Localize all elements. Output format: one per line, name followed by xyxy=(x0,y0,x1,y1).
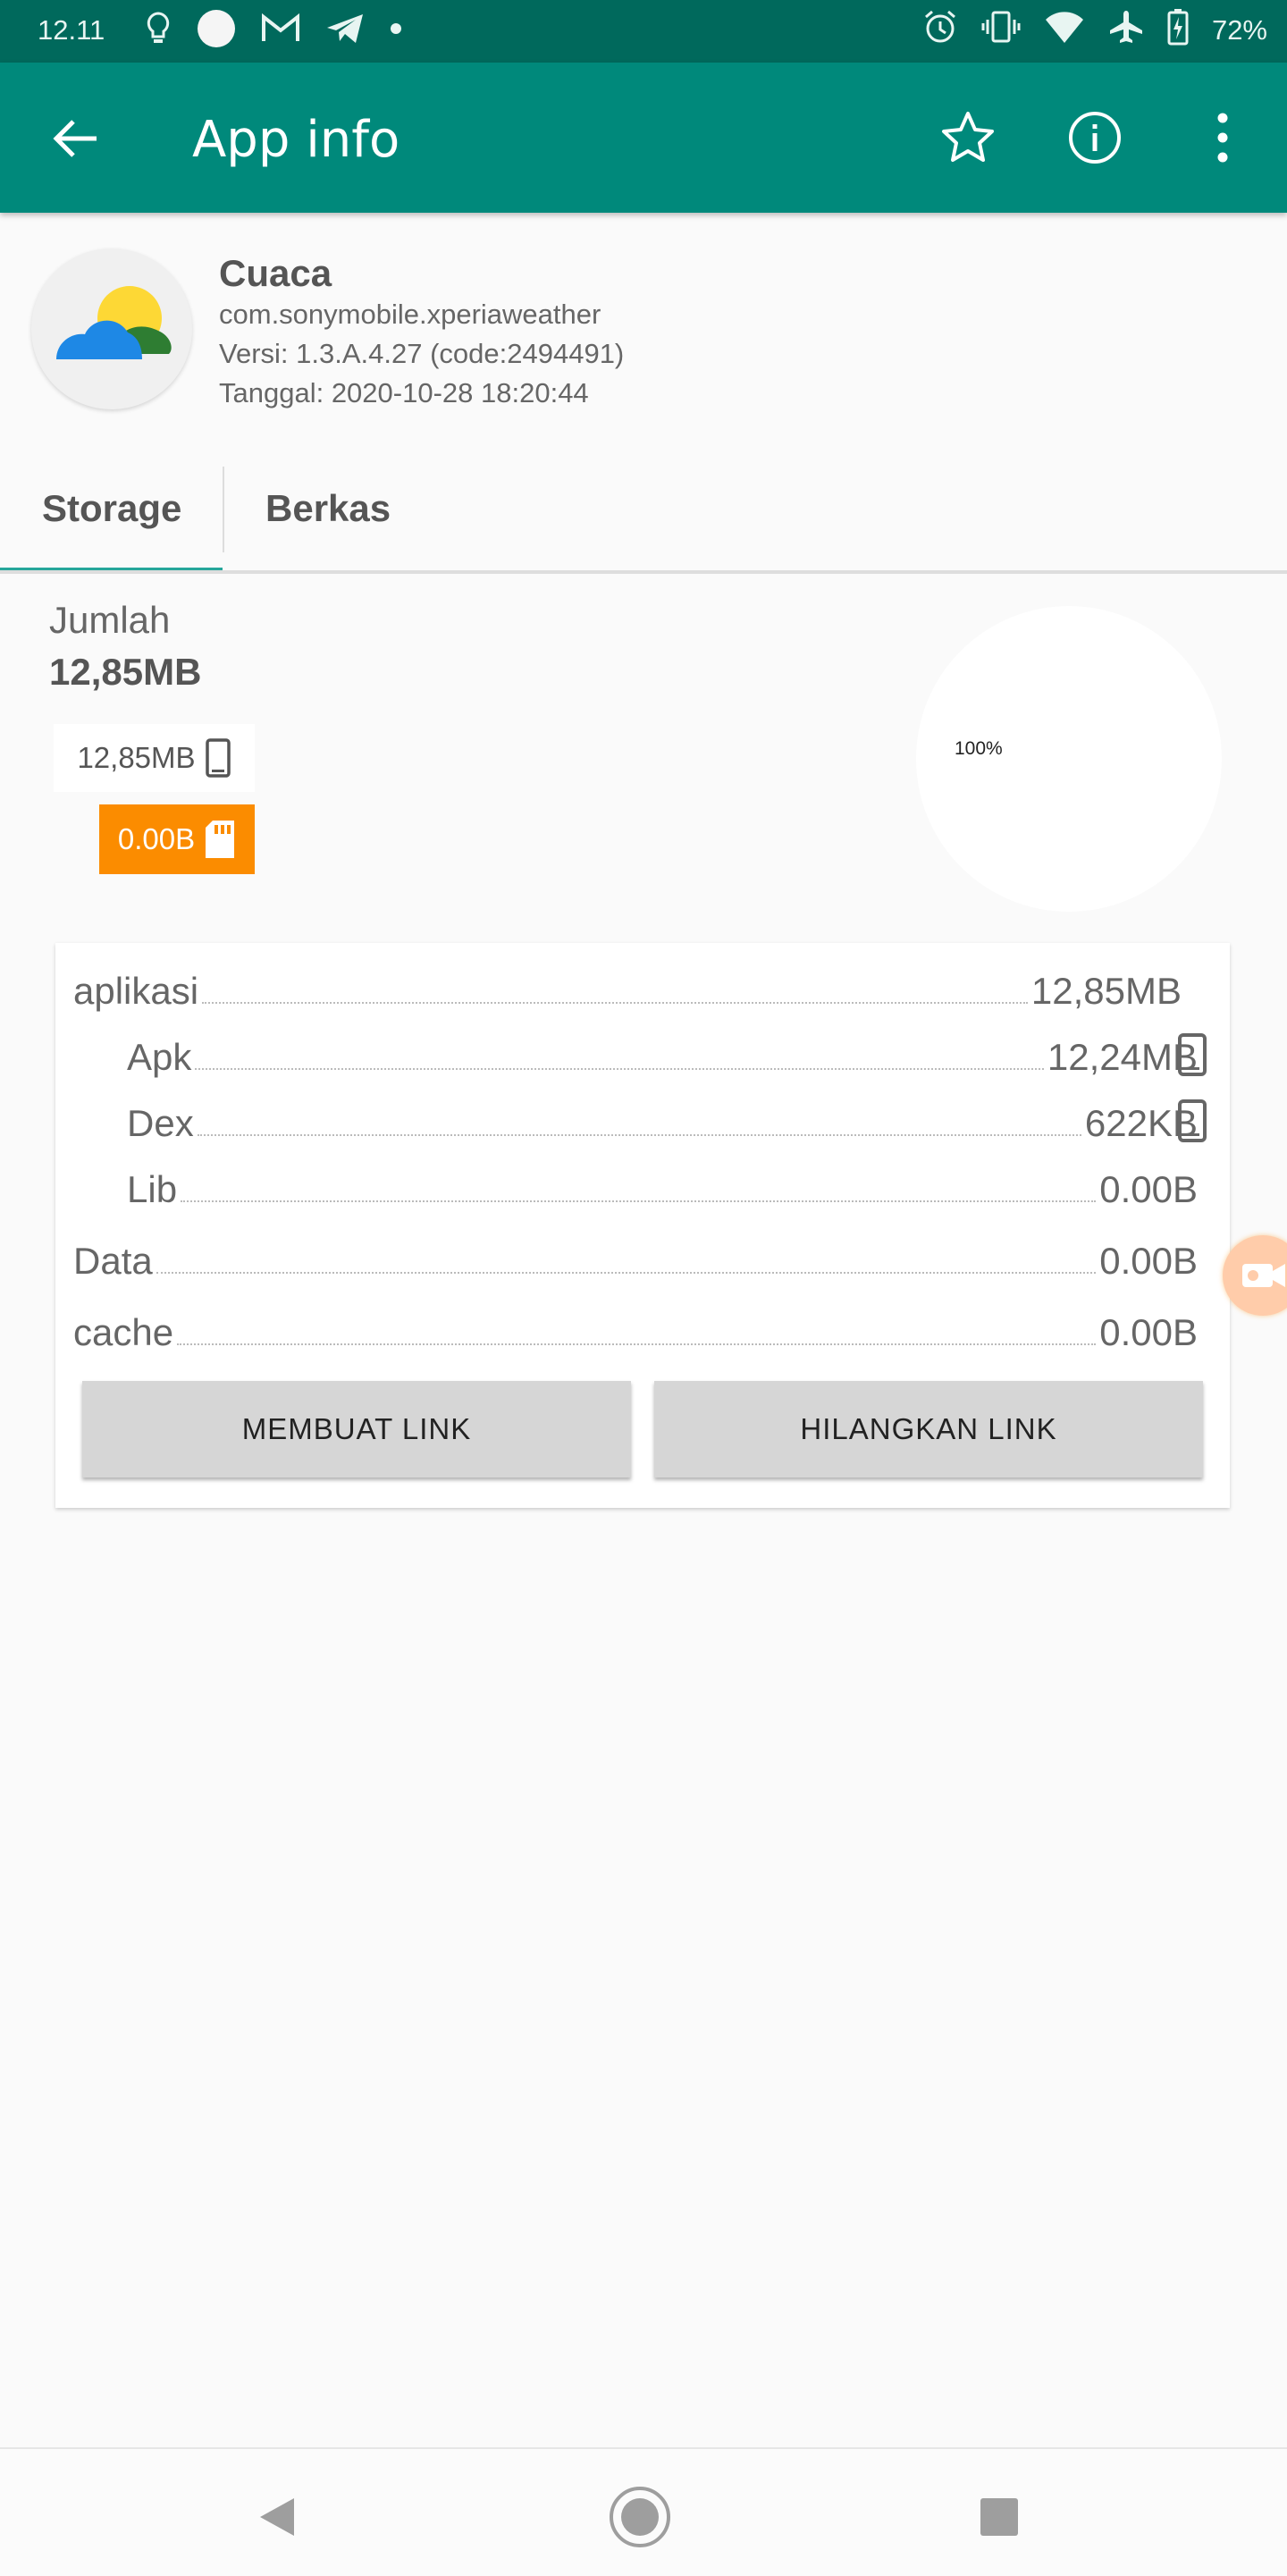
app-date: Tanggal: 2020-10-28 18:20:44 xyxy=(219,377,589,408)
phone-icon xyxy=(1178,1033,1207,1076)
app-icon xyxy=(31,248,192,409)
favorite-button[interactable] xyxy=(932,102,1004,173)
tab-storage[interactable]: Storage xyxy=(42,447,181,570)
back-arrow-icon xyxy=(53,120,97,157)
dot-icon xyxy=(390,22,402,39)
remove-link-button[interactable]: HILANGKAN LINK xyxy=(654,1381,1203,1477)
row-value: 0.00B xyxy=(1099,1311,1198,1353)
external-storage-chip: 0.00B xyxy=(99,804,255,874)
info-icon xyxy=(1069,112,1121,164)
nav-back-button[interactable] xyxy=(241,2481,313,2553)
internal-storage-chip: 12,85MB xyxy=(54,724,255,792)
app-version: Versi: 1.3.A.4.27 (code:2494491) xyxy=(219,338,625,369)
info-button[interactable] xyxy=(1059,102,1131,173)
page-title: App info xyxy=(192,111,400,169)
total-label: Jumlah xyxy=(49,599,171,641)
external-size: 0.00B xyxy=(117,822,196,855)
wifi-icon xyxy=(1044,9,1085,52)
list-item: Apk 12,24MB xyxy=(127,1025,1198,1079)
more-options-button[interactable] xyxy=(1187,102,1258,173)
battery-charging-icon xyxy=(1167,8,1189,53)
app-header: Cuaca com.sonymobile.xperiaweather Versi… xyxy=(0,213,1287,436)
airplane-icon xyxy=(1108,9,1144,52)
pie-percent-label: 100% xyxy=(955,738,1003,759)
lightbulb-icon xyxy=(145,11,172,51)
status-time: 12.11 xyxy=(38,14,105,46)
nav-recents-icon xyxy=(980,2498,1018,2536)
nav-home-icon xyxy=(610,2487,670,2547)
row-label: Data xyxy=(73,1240,153,1282)
nav-recents-button[interactable] xyxy=(963,2481,1035,2553)
nav-home-button[interactable] xyxy=(604,2481,676,2553)
tab-berkas[interactable]: Berkas xyxy=(265,447,391,570)
screen-recorder-bubble[interactable] xyxy=(1223,1235,1287,1316)
tab-bar: Storage Berkas xyxy=(0,447,1287,574)
list-item: Data 0.00B xyxy=(73,1229,1198,1283)
navigation-bar xyxy=(0,2447,1287,2576)
tab-separator xyxy=(0,570,1287,574)
row-label: Apk xyxy=(127,1036,192,1078)
gmail-icon xyxy=(261,13,300,48)
list-item: aplikasi 12,85MB xyxy=(73,959,1182,1013)
row-value: 0.00B xyxy=(1099,1240,1198,1282)
vibrate-icon xyxy=(981,9,1021,52)
sd-card-icon xyxy=(206,821,235,858)
row-label: cache xyxy=(73,1311,174,1353)
phone-icon xyxy=(205,738,231,778)
storage-pie-chart: 100% xyxy=(916,606,1222,912)
total-value: 12,85MB xyxy=(49,651,202,693)
app-package: com.sonymobile.xperiaweather xyxy=(219,299,601,330)
star-icon xyxy=(942,112,994,162)
back-button[interactable] xyxy=(45,107,107,170)
app-name: Cuaca xyxy=(219,252,332,294)
battery-percent: 72% xyxy=(1211,14,1267,46)
create-link-button[interactable]: MEMBUAT LINK xyxy=(82,1381,631,1477)
row-label: Lib xyxy=(127,1168,178,1210)
status-bar: 12.11 72% xyxy=(0,0,1287,63)
weather-icon xyxy=(56,286,172,359)
app-bar: App info xyxy=(0,63,1287,213)
storage-breakdown-card: aplikasi 12,85MB Apk 12,24MB Dex 622KB L… xyxy=(55,943,1230,1508)
list-item: Lib 0.00B xyxy=(127,1158,1198,1211)
alarm-icon xyxy=(922,9,958,52)
internal-size: 12,85MB xyxy=(77,741,196,774)
tab-divider xyxy=(223,467,224,552)
row-value: 12,85MB xyxy=(1030,970,1182,1012)
row-value: 0.00B xyxy=(1099,1168,1198,1210)
nav-back-icon xyxy=(260,2498,294,2536)
phone-icon xyxy=(1178,1099,1207,1142)
list-item: Dex 622KB xyxy=(127,1091,1198,1145)
telegram-icon xyxy=(325,13,365,49)
circle-icon xyxy=(197,9,236,53)
row-label: aplikasi xyxy=(73,970,199,1012)
row-label: Dex xyxy=(127,1102,194,1144)
video-camera-icon xyxy=(1242,1264,1285,1287)
more-vert-icon xyxy=(1217,113,1228,163)
list-item: cache 0.00B xyxy=(73,1301,1198,1354)
